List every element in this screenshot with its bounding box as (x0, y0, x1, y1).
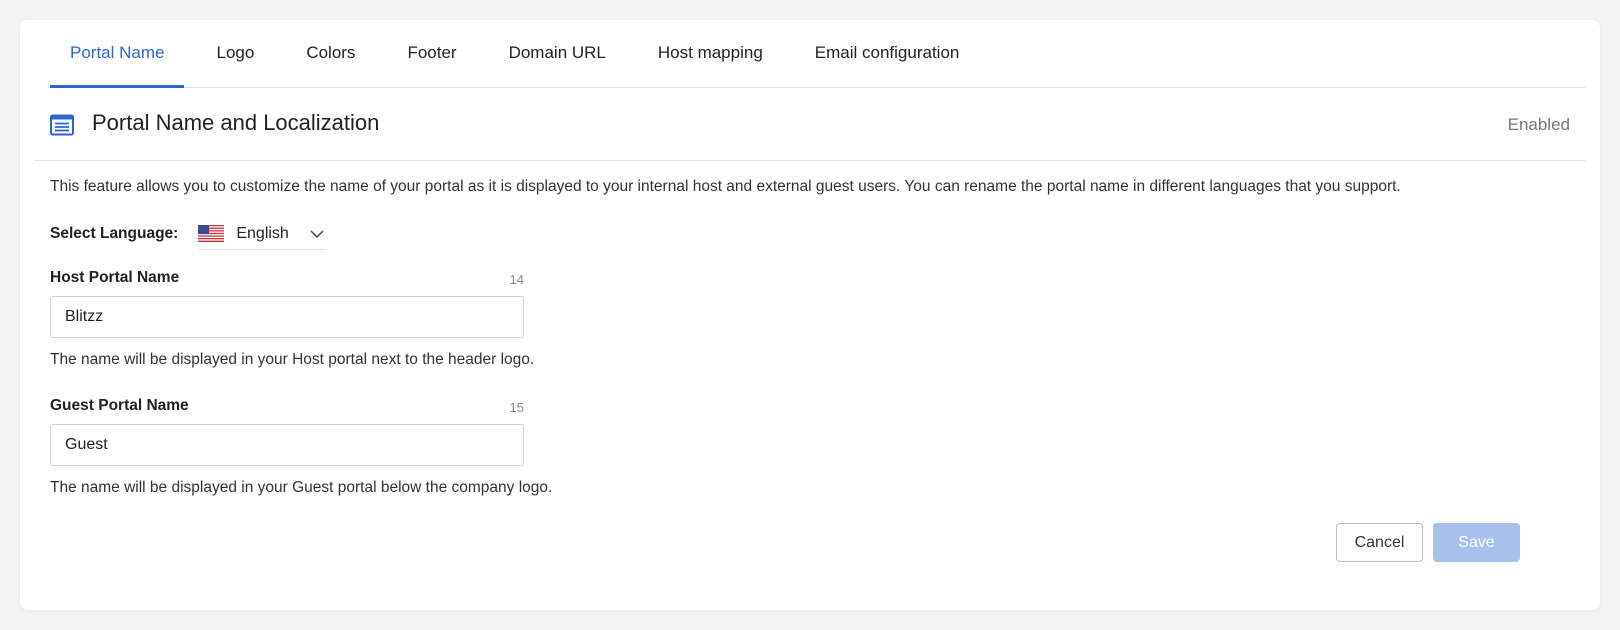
tab-domain-url[interactable]: Domain URL (489, 19, 626, 87)
save-button[interactable]: Save (1433, 523, 1520, 562)
guest-portal-name-counter: 15 (509, 400, 524, 415)
guest-portal-name-input[interactable] (50, 424, 524, 466)
host-portal-name-help: The name will be displayed in your Host … (50, 351, 535, 368)
tab-footer[interactable]: Footer (387, 19, 476, 87)
section-title: Portal Name and Localization (92, 110, 380, 135)
tab-bar: Portal Name Logo Colors Footer Domain UR… (50, 20, 1586, 88)
language-selected-value: English (236, 224, 289, 242)
section-header: Portal Name and Localization Enabled (34, 88, 1586, 161)
status-label: Enabled (1507, 115, 1570, 134)
host-portal-name-label: Host Portal Name (50, 269, 180, 286)
host-portal-name-input[interactable] (50, 296, 524, 338)
browser-window-icon (50, 114, 74, 136)
language-dropdown[interactable]: English (198, 218, 327, 250)
tab-colors[interactable]: Colors (286, 19, 375, 87)
settings-card: Portal Name Logo Colors Footer Domain UR… (20, 20, 1600, 610)
cancel-button[interactable]: Cancel (1336, 523, 1423, 562)
chevron-down-icon (310, 229, 324, 238)
tab-host-mapping[interactable]: Host mapping (638, 19, 783, 87)
language-label: Select Language: (50, 225, 179, 242)
host-portal-name-counter: 14 (509, 272, 524, 287)
tab-portal-name[interactable]: Portal Name (50, 19, 185, 88)
guest-portal-name-label: Guest Portal Name (50, 397, 189, 414)
feature-description: This feature allows you to customize the… (50, 178, 1401, 195)
guest-portal-name-help: The name will be displayed in your Guest… (50, 479, 553, 496)
language-row: Select Language: English (50, 218, 327, 250)
tab-email-configuration[interactable]: Email configuration (795, 19, 980, 87)
tab-logo[interactable]: Logo (196, 19, 274, 87)
us-flag-icon (198, 225, 225, 242)
